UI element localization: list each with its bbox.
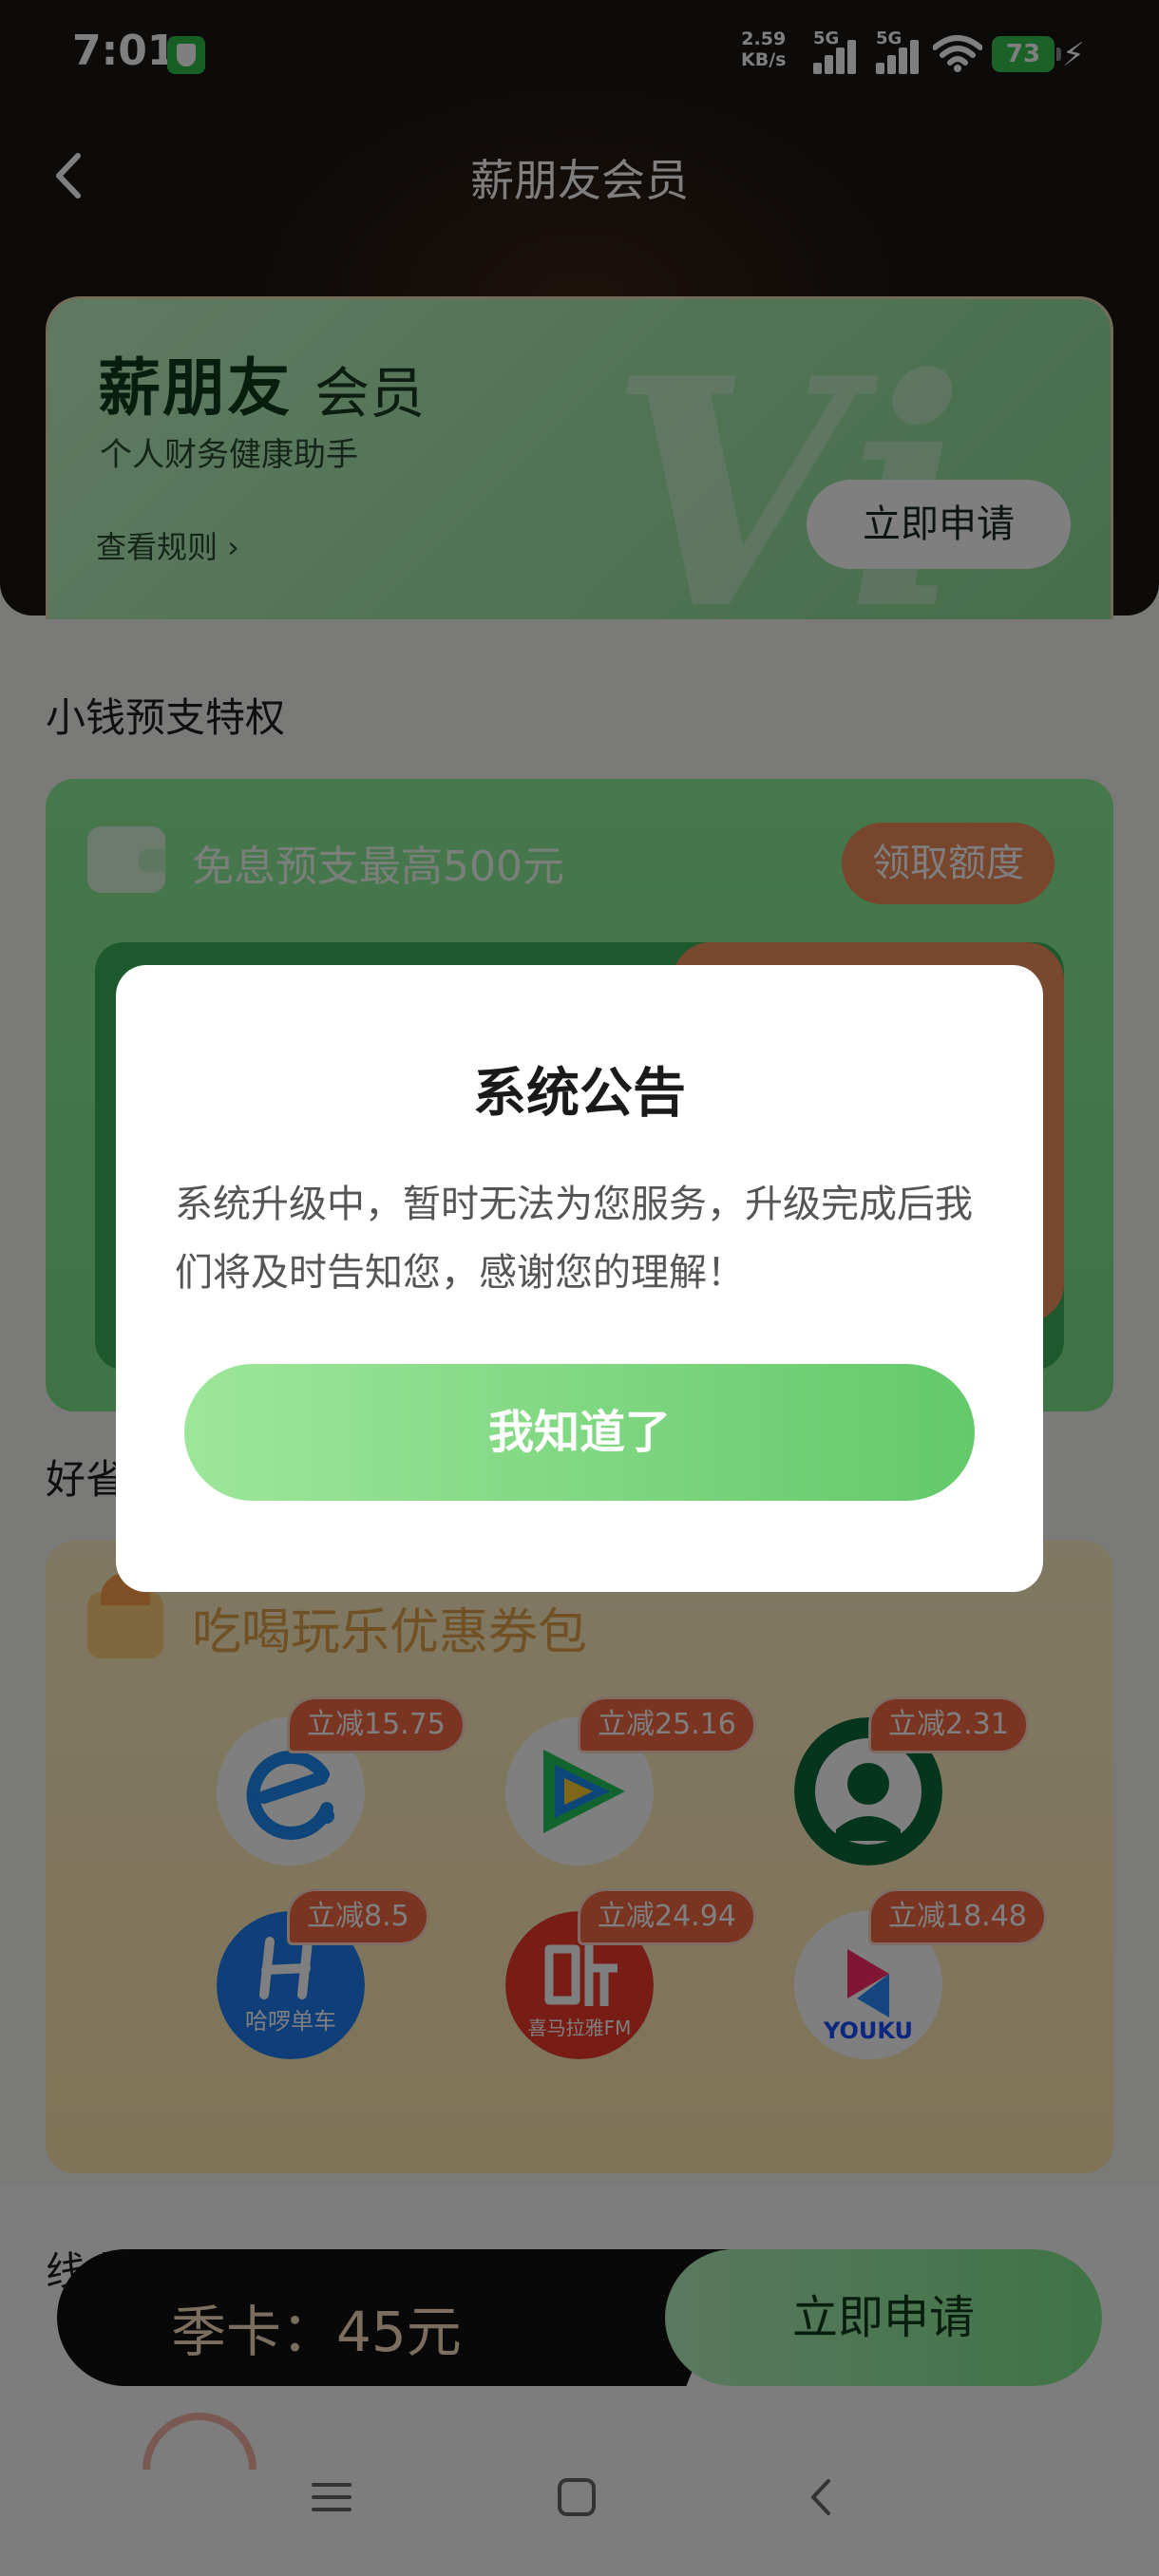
announcement-dialog: 系统公告 系统升级中，暂时无法为您服务，升级完成后我们将及时告知您，感谢您的理解… — [116, 965, 1043, 1592]
got-it-button[interactable]: 我知道了 — [184, 1364, 975, 1501]
dialog-title: 系统公告 — [473, 1063, 686, 1125]
dialog-message: 系统升级中，暂时无法为您服务，升级完成后我们将及时告知您，感谢您的理解！ — [175, 1183, 973, 1295]
